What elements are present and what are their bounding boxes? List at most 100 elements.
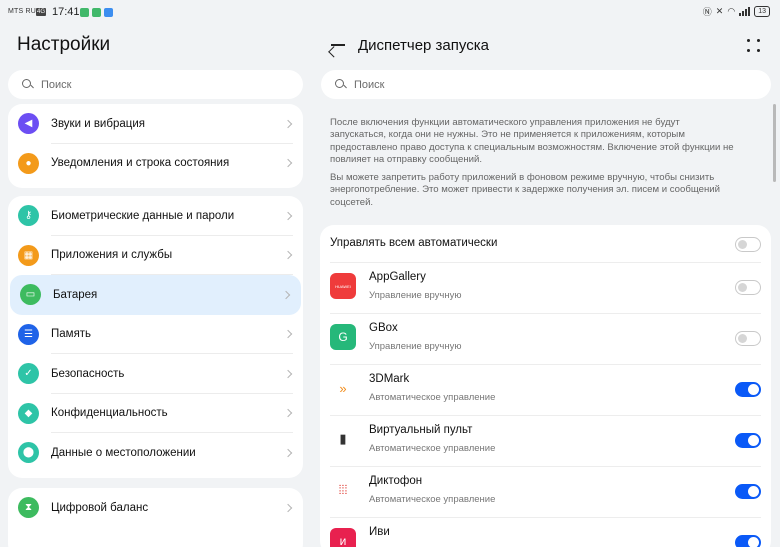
app-row: и Иви (320, 517, 771, 547)
status-bar: MTS RUS 4G 17:41 Ⓝ ✕ ◠ 13 (0, 0, 780, 26)
3dmark-icon: » (330, 375, 356, 401)
app-launch-mode: Автоматическое управление (369, 392, 496, 403)
chevron-right-icon (283, 448, 293, 457)
chevron-right-icon (283, 159, 293, 168)
master-toggle-label: Управлять всем автоматически (330, 237, 498, 249)
description-text: Вы можете запретить работу приложений в … (330, 172, 720, 208)
network-badge: 4G (36, 8, 47, 16)
notification-icon (80, 8, 89, 17)
settings-item[interactable]: ◆ Конфиденциальность (8, 394, 303, 434)
remote-control-icon: ▮ (330, 426, 356, 452)
settings-item-label: Память (51, 328, 92, 341)
app-launch-mode: Автоматическое управление (369, 443, 496, 454)
battery-icon: ▭ (20, 284, 41, 306)
app-row: » 3DMark Автоматическое управление (320, 364, 771, 415)
chevron-right-icon (283, 330, 293, 339)
apps-icon: ▦ (18, 244, 39, 266)
appgallery-icon: HUAWEI (330, 273, 356, 299)
ivi-icon: и (330, 528, 356, 547)
settings-item-label: Цифровой баланс (51, 501, 149, 514)
description-text: После включения функции автоматического … (330, 117, 734, 165)
settings-item[interactable]: ▦ Приложения и службы (8, 236, 303, 276)
chevron-right-icon (281, 290, 291, 299)
app-name: Иви (369, 526, 390, 538)
search-icon (22, 79, 33, 90)
more-options-icon[interactable] (747, 39, 761, 53)
app-name: GBox (369, 322, 398, 334)
settings-item-label: Приложения и службы (51, 249, 173, 262)
battery-indicator: 13 (754, 6, 770, 17)
chevron-right-icon (283, 251, 293, 260)
app-name: Виртуальный пульт (369, 424, 473, 436)
auto-manage-toggle[interactable] (735, 433, 761, 448)
settings-item[interactable]: ✓ Безопасность (8, 354, 303, 394)
settings-group: ◀ Звуки и вибрация ● Уведомления и строка с… (8, 104, 303, 188)
settings-item[interactable]: ⧗ Цифровой баланс (8, 488, 303, 528)
back-arrow-icon[interactable] (329, 36, 347, 54)
settings-group: ⚷ Биометрические данные и пароли ▦ Приложен… (8, 196, 303, 478)
app-row: ▮ Виртуальный пульт Автоматическое управле… (320, 415, 771, 466)
screen-title: Диспетчер запуска (358, 37, 489, 54)
notification-icon (92, 8, 101, 17)
scrollbar[interactable] (773, 104, 776, 182)
location-pin-icon: ⬤ (18, 442, 39, 464)
auto-manage-toggle[interactable] (735, 484, 761, 499)
chevron-right-icon (283, 503, 293, 512)
nfc-icon: Ⓝ (702, 7, 712, 17)
hourglass-icon: ⧗ (18, 497, 39, 519)
settings-item-label: Безопасность (51, 367, 125, 380)
settings-item[interactable]: ☰ Память (8, 315, 303, 355)
system-icons: Ⓝ ✕ ◠ 13 (703, 5, 770, 18)
notification-icon (104, 8, 113, 17)
key-icon: ⚷ (18, 205, 39, 227)
settings-group: ⧗ Цифровой баланс (8, 488, 303, 547)
auto-manage-toggle[interactable] (735, 382, 761, 397)
settings-item-label: Батарея (53, 288, 98, 301)
gbox-icon: G (330, 324, 356, 350)
chevron-right-icon (283, 211, 293, 220)
signal-icon (739, 7, 751, 16)
settings-item[interactable]: ● Уведомления и строка состояния (8, 144, 303, 184)
settings-item[interactable]: ⬤ Данные о местоположении (8, 433, 303, 473)
settings-item-label: Конфиденциальность (51, 407, 168, 420)
settings-item-label: Уведомления и строка состояния (51, 157, 230, 170)
wifi-icon: ◠ (727, 6, 736, 16)
settings-item[interactable]: ◀ Звуки и вибрация (8, 104, 303, 144)
search-placeholder: Поиск (41, 78, 72, 91)
app-name: 3DMark (369, 373, 410, 385)
bell-icon: ● (18, 152, 39, 174)
page-title: Настройки (17, 34, 111, 55)
status-time: 17:41 (52, 6, 80, 18)
app-row: HUAWEI AppGallery Управление вручную (320, 262, 771, 313)
shield-check-icon: ✓ (18, 363, 39, 385)
master-toggle[interactable] (735, 237, 761, 252)
startup-manager-list: Управлять всем автоматически HUAWEI AppGa… (320, 225, 771, 547)
settings-item-label: Биометрические данные и пароли (51, 209, 235, 222)
search-placeholder: Поиск (354, 78, 385, 91)
search-icon (335, 79, 346, 90)
sound-wave-icon: ⦙⦙⦙ (330, 477, 356, 503)
chevron-right-icon (283, 119, 293, 128)
mute-icon: ✕ (715, 6, 724, 16)
storage-icon: ☰ (18, 323, 39, 345)
app-name: Диктофон (369, 475, 423, 487)
app-row: G GBox Управление вручную (320, 313, 771, 364)
app-launch-mode: Автоматическое управление (369, 494, 496, 505)
settings-item-label: Звуки и вибрация (51, 117, 145, 130)
app-launch-mode: Управление вручную (369, 290, 462, 301)
settings-item[interactable]: ⚷ Биометрические данные и пароли (8, 196, 303, 236)
app-launch-mode: Управление вручную (369, 341, 462, 352)
chevron-right-icon (283, 369, 293, 378)
startup-search-input[interactable]: Поиск (321, 70, 771, 99)
auto-manage-toggle[interactable] (735, 535, 761, 547)
app-row: ⦙⦙⦙ Диктофон Автоматическое управление (320, 466, 771, 517)
chevron-right-icon (283, 409, 293, 418)
speaker-icon: ◀ (18, 113, 39, 135)
auto-manage-toggle[interactable] (735, 331, 761, 346)
privacy-shield-icon: ◆ (18, 402, 39, 424)
settings-item-label: Данные о местоположении (51, 446, 196, 459)
settings-search-input[interactable]: Поиск (8, 70, 303, 99)
app-name: AppGallery (369, 271, 426, 283)
settings-item[interactable]: ▭ Батарея (10, 275, 301, 315)
auto-manage-toggle[interactable] (735, 280, 761, 295)
